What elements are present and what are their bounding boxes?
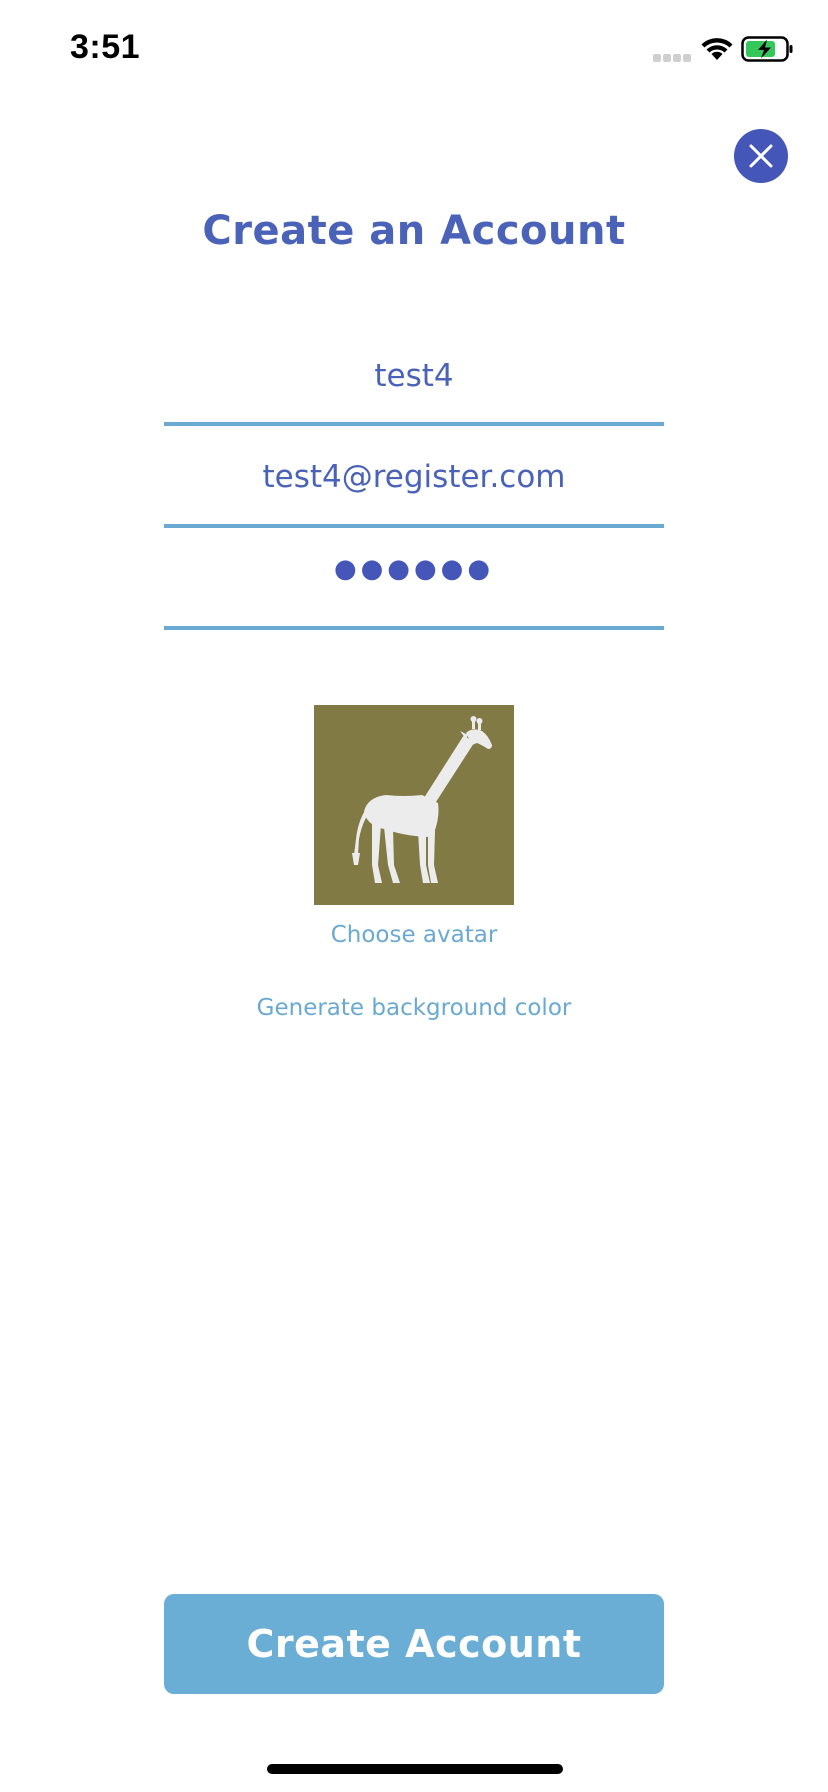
cellular-signal-icon bbox=[653, 54, 691, 62]
page-title: Create an Account bbox=[202, 208, 626, 254]
giraffe-icon bbox=[352, 716, 492, 883]
battery-charging-icon bbox=[741, 36, 793, 62]
choose-avatar-link[interactable]: Choose avatar bbox=[0, 922, 828, 948]
password-input[interactable] bbox=[164, 534, 664, 626]
password-field[interactable]: ●●●●●● bbox=[164, 534, 664, 630]
generate-background-color-link[interactable]: Generate background color bbox=[0, 995, 828, 1021]
username-input[interactable] bbox=[164, 330, 664, 422]
close-button[interactable] bbox=[734, 129, 788, 183]
email-field[interactable] bbox=[164, 430, 664, 528]
username-field[interactable] bbox=[164, 330, 664, 426]
create-account-button[interactable]: Create Account bbox=[164, 1594, 664, 1694]
home-indicator bbox=[267, 1764, 563, 1774]
email-input[interactable] bbox=[164, 430, 664, 524]
status-bar: 3:51 bbox=[0, 0, 828, 100]
wifi-icon bbox=[701, 38, 733, 60]
avatar-image[interactable] bbox=[314, 705, 514, 905]
status-time: 3:51 bbox=[70, 28, 141, 66]
close-icon bbox=[749, 144, 773, 168]
